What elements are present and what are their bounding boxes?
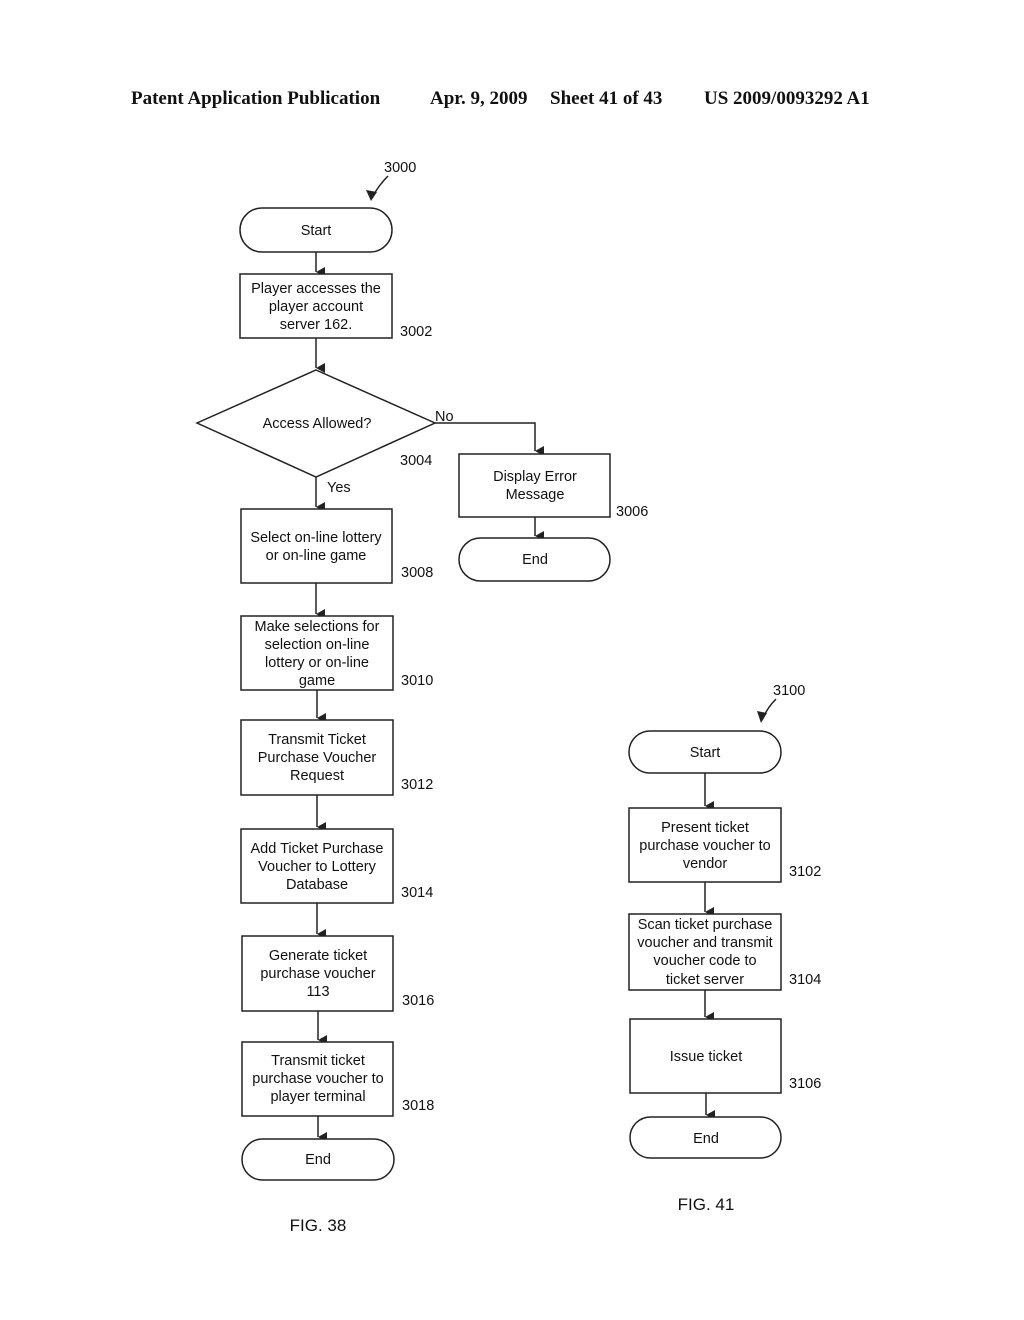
step-3102-line-3: vendor [683,856,728,872]
decision-3004: Access Allowed? 3004 No Yes [195,369,454,496]
flowchart-canvas: 3000 Start Player accesses the player ac… [195,160,821,1235]
step-3010: Make selections for selection on-line lo… [240,615,433,691]
step-3018: Transmit ticket purchase voucher to play… [241,1041,434,1117]
step-3012: Transmit Ticket Purchase Voucher Request… [240,719,433,796]
step-3012-line-3: Request [290,768,344,784]
fig38-ref-label: 3000 [384,160,416,176]
step-3016-line-3: 113 [306,984,329,1000]
decision-3004-ref: 3004 [400,453,432,469]
step-3018-ref: 3018 [402,1098,434,1114]
step-3010-line-4: game [299,673,335,689]
step-3002-line-1: Player accesses the [251,281,381,297]
step-3008-line-1: Select on-line lottery [250,530,382,546]
step-3002: Player accesses the player account serve… [239,273,432,340]
fig38-end-terminator: End [241,1138,395,1181]
step-3104: Scan ticket purchase voucher and transmi… [628,913,821,991]
step-3010-line-2: selection on-line [265,637,370,653]
fig38-error-end-label: End [522,552,548,568]
step-3102: Present ticket purchase voucher to vendo… [628,807,821,883]
step-3104-line-3: voucher code to [653,953,756,969]
step-3102-ref: 3102 [789,864,821,880]
connector-no [435,422,544,456]
step-3016-line-2: purchase voucher [260,966,375,982]
step-3016-ref: 3016 [402,993,434,1009]
step-3016-line-1: Generate ticket [269,948,367,964]
step-3008-ref: 3008 [401,565,433,581]
step-3010-line-1: Make selections for [255,619,380,635]
step-3006-ref: 3006 [616,504,648,520]
step-3014: Add Ticket Purchase Voucher to Lottery D… [240,828,433,904]
step-3002-line-2: player account [269,299,363,315]
step-3012-ref: 3012 [401,777,433,793]
fig38-start-label: Start [301,223,332,239]
step-3006-line-1: Display Error [493,469,577,485]
step-3002-ref: 3002 [400,324,432,340]
fig41-diagram: 3100 Start Present ticket purchase vouch… [628,683,821,1214]
step-3002-line-3: server 162. [280,317,353,333]
step-3102-line-1: Present ticket [661,820,749,836]
decision-3004-label: Access Allowed? [263,416,372,432]
decision-yes-label: Yes [327,480,351,496]
step-3102-line-2: purchase voucher to [639,838,770,854]
step-3018-line-3: player terminal [270,1089,365,1105]
fig38-end-label: End [305,1152,331,1168]
step-3010-line-3: lottery or on-line [265,655,369,671]
step-3014-line-1: Add Ticket Purchase [251,841,384,857]
fig41-end-terminator: End [629,1116,782,1159]
step-3014-line-2: Voucher to Lottery [258,859,376,875]
step-3106: Issue ticket 3106 [629,1018,821,1094]
step-3106-line-1: Issue ticket [670,1049,743,1065]
step-3014-ref: 3014 [401,885,433,901]
step-3010-ref: 3010 [401,673,433,689]
step-3012-line-1: Transmit Ticket [268,732,366,748]
fig41-caption: FIG. 41 [678,1195,735,1214]
step-3008-line-2: or on-line game [266,548,367,564]
step-3018-line-2: purchase voucher to [252,1071,383,1087]
step-3106-ref: 3106 [789,1076,821,1092]
fig38-error-end-terminator: End [458,537,611,582]
fig38-caption: FIG. 38 [290,1216,347,1235]
step-3018-line-1: Transmit ticket [271,1053,365,1069]
step-3006-line-2: Message [506,487,565,503]
step-3006: Display Error Message 3006 [458,453,648,520]
step-3104-line-4: ticket server [666,972,744,988]
step-3014-line-3: Database [286,877,348,893]
step-3104-ref: 3104 [789,972,821,988]
step-3008: Select on-line lottery or on-line game 3… [240,508,433,584]
fig38-start-terminator: Start [239,207,393,253]
fig41-ref-arrow-icon [757,711,767,723]
step-3104-line-1: Scan ticket purchase [638,917,773,933]
fig41-start-terminator: Start [628,730,782,774]
step-3012-line-2: Purchase Voucher [258,750,377,766]
fig41-ref-label: 3100 [773,683,805,699]
step-3016: Generate ticket purchase voucher 113 301… [241,935,434,1012]
fig41-end-label: End [693,1131,719,1147]
step-3104-line-2: voucher and transmit [637,935,772,951]
fig41-start-label: Start [690,745,721,761]
fig38-diagram: 3000 Start Player accesses the player ac… [195,160,648,1235]
